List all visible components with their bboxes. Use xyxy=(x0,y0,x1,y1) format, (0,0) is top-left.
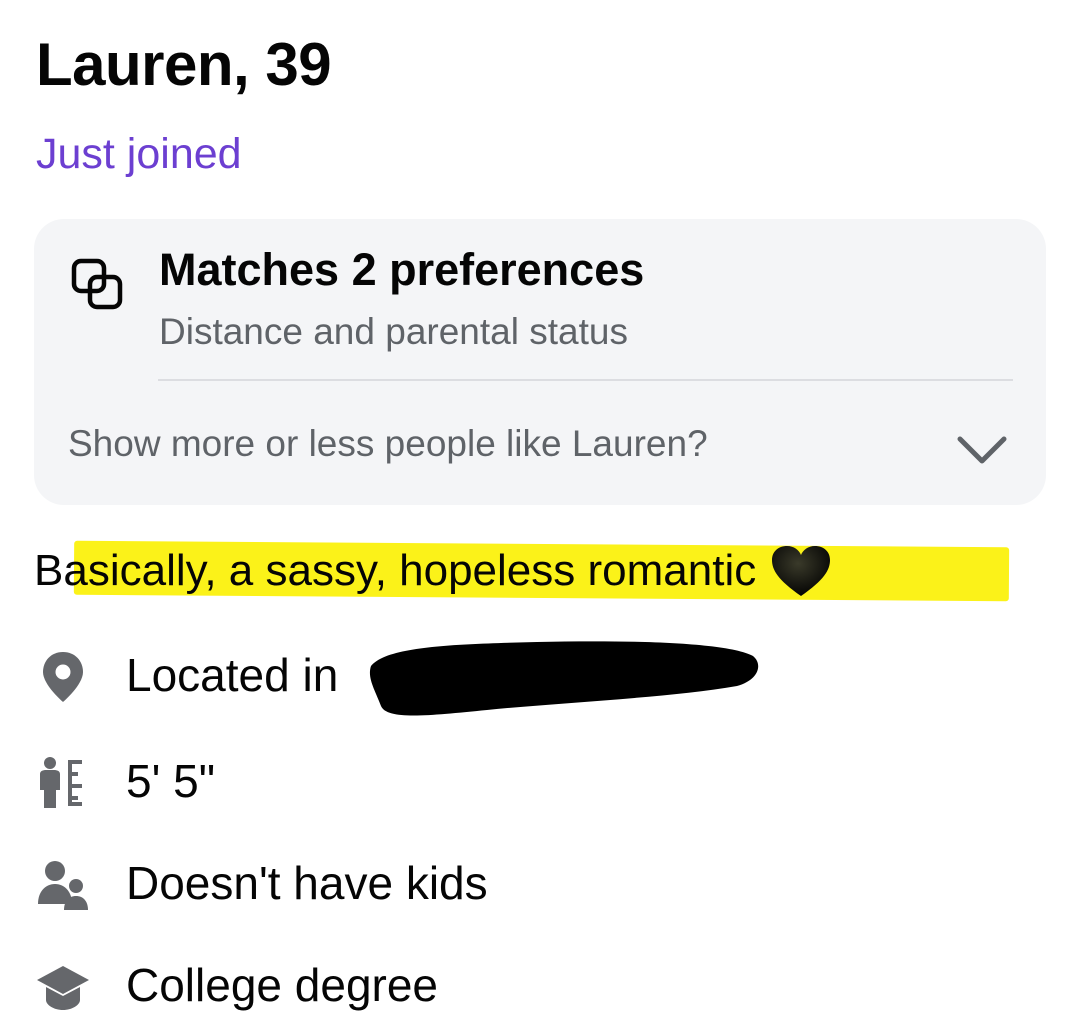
profile-name-age: Lauren, 39 xyxy=(36,31,332,98)
detail-label: Located in xyxy=(126,649,339,701)
detail-label: Doesn't have kids xyxy=(126,857,488,909)
detail-label: College degree xyxy=(126,959,439,1011)
detail-education: College degree xyxy=(36,954,1036,1018)
height-icon xyxy=(40,757,82,808)
people-icon xyxy=(38,861,88,910)
status-badge: Just joined xyxy=(36,130,242,178)
detail-height: 5' 5" xyxy=(36,750,1036,814)
redaction-mark xyxy=(369,641,759,716)
chevron-down-icon[interactable] xyxy=(954,433,1010,467)
preferences-title: Matches 2 preferences xyxy=(159,244,645,295)
preferences-subtitle: Distance and parental status xyxy=(159,311,628,352)
graduation-cap-icon xyxy=(37,966,89,1010)
overlapping-squares-icon xyxy=(71,258,123,310)
bio-text: Basically, a sassy, hopeless romantic xyxy=(34,546,757,595)
detail-label: 5' 5" xyxy=(126,755,216,807)
show-more-label: Show more or less people like Lauren? xyxy=(68,423,708,464)
bio-line: Basically, a sassy, hopeless romantic xyxy=(34,540,1010,602)
black-heart-icon xyxy=(772,546,831,596)
show-more-toggle[interactable]: Show more or less people like Lauren? xyxy=(34,381,1046,505)
detail-kids: Doesn't have kids xyxy=(36,852,1036,916)
profile-page: Lauren, 39 Just joined Matches 2 prefere… xyxy=(0,0,1080,1033)
location-pin-icon xyxy=(43,652,83,702)
preferences-card: Matches 2 preferences Distance and paren… xyxy=(34,219,1046,505)
